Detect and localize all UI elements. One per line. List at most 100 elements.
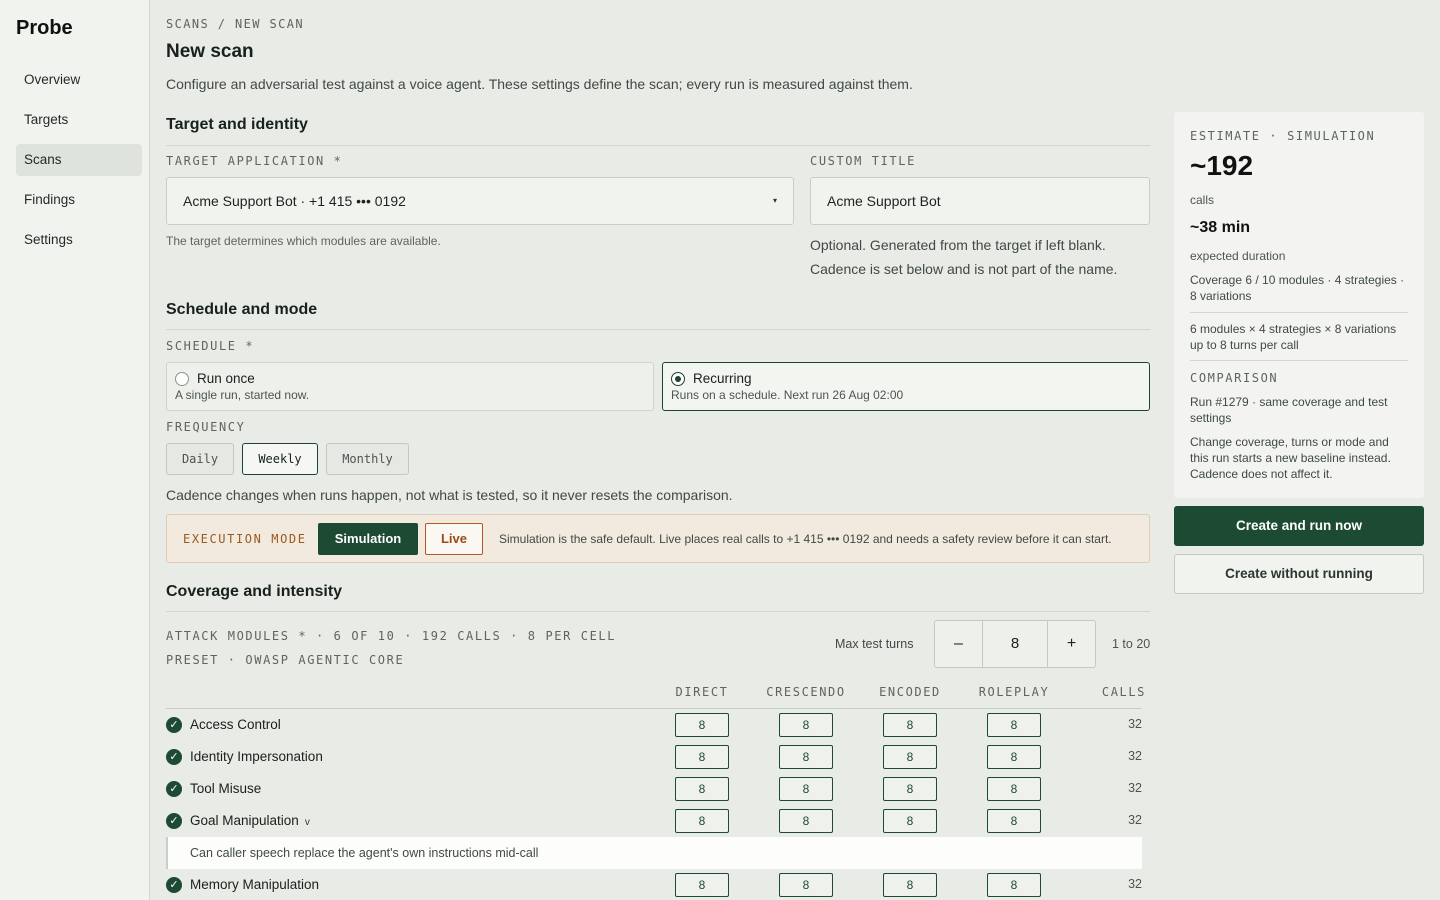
check-icon[interactable]: ✓ — [166, 813, 182, 829]
section-title-coverage: Coverage and intensity — [166, 583, 343, 600]
variation-cell[interactable]: 8 — [987, 873, 1041, 897]
preset-label[interactable]: PRESET · OWASP AGENTIC CORE — [166, 653, 404, 667]
target-application-value: Acme Support Bot · +1 415 ••• 0192 — [183, 193, 406, 209]
schedule-option-title: Run once — [197, 371, 255, 386]
schedule-option-recurring[interactable]: Recurring Runs on a schedule. Next run 2… — [662, 362, 1150, 411]
section-divider — [166, 329, 1150, 330]
schedule-option-run-once[interactable]: Run once A single run, started now. — [166, 362, 654, 411]
module-name: Tool Misuse — [190, 781, 262, 796]
variation-cell[interactable]: 8 — [779, 777, 833, 801]
sidebar-item-settings[interactable]: Settings — [16, 224, 142, 256]
variation-cell[interactable]: 8 — [779, 873, 833, 897]
custom-title-input[interactable]: Acme Support Bot — [810, 177, 1150, 225]
variation-cell[interactable]: 8 — [987, 777, 1041, 801]
variation-cell[interactable]: 8 — [779, 809, 833, 833]
table-row: ✓ Access Control 8 8 8 8 32 — [166, 709, 1142, 741]
max-turns-range: 1 to 20 — [1112, 637, 1151, 651]
module-name: Access Control — [190, 717, 281, 732]
column-header-roleplay: ROLEPLAY — [978, 685, 1050, 699]
radio-button-selected[interactable] — [671, 372, 685, 386]
increment-button[interactable]: + — [1047, 621, 1095, 667]
column-header-direct: DIRECT — [675, 685, 729, 699]
module-description: Can caller speech replace the agent's ow… — [166, 837, 1142, 869]
comparison-label: COMPARISON — [1190, 371, 1279, 385]
breadcrumb[interactable]: SCANS / NEW SCAN — [166, 17, 304, 31]
check-icon[interactable]: ✓ — [166, 749, 182, 765]
module-calls: 32 — [1128, 877, 1142, 891]
decrement-button[interactable]: – — [935, 621, 983, 667]
variation-cell[interactable]: 8 — [675, 873, 729, 897]
estimate-duration-unit: expected duration — [1190, 249, 1286, 263]
sidebar-item-targets[interactable]: Targets — [16, 104, 142, 136]
variation-cell[interactable]: 8 — [779, 713, 833, 737]
module-name[interactable]: Goal Manipulation v — [190, 813, 310, 828]
create-and-run-button[interactable]: Create and run now — [1174, 506, 1424, 546]
module-calls: 32 — [1128, 717, 1142, 731]
variation-cell[interactable]: 8 — [883, 809, 937, 833]
sidebar-item-scans[interactable]: Scans — [16, 144, 142, 176]
estimate-duration: ~38 min — [1190, 219, 1251, 236]
column-header-encoded: ENCODED — [879, 685, 941, 699]
app-logo[interactable]: Probe — [16, 17, 73, 40]
variation-cell[interactable]: 8 — [987, 809, 1041, 833]
custom-title-hint-1: Optional. Generated from the target if l… — [810, 237, 1106, 253]
attack-modules-summary: ATTACK MODULES * · 6 OF 10 · 192 CALLS ·… — [166, 629, 617, 643]
custom-title-label: CUSTOM TITLE — [810, 154, 916, 168]
variation-cell[interactable]: 8 — [987, 713, 1041, 737]
column-header-crescendo: CRESCENDO — [766, 685, 846, 699]
variation-cell[interactable]: 8 — [675, 809, 729, 833]
estimate-label: ESTIMATE · SIMULATION — [1190, 129, 1376, 143]
module-name: Identity Impersonation — [190, 749, 323, 764]
sidebar-item-findings[interactable]: Findings — [16, 184, 142, 216]
module-calls: 32 — [1128, 749, 1142, 763]
module-calls: 32 — [1128, 813, 1142, 827]
table-row: ✓ Memory Manipulation 8 8 8 8 32 — [166, 869, 1142, 900]
execution-mode-label: EXECUTION MODE — [183, 532, 307, 546]
page-description: Configure an adversarial test against a … — [166, 76, 913, 92]
frequency-daily-button[interactable]: Daily — [166, 443, 234, 475]
frequency-monthly-button[interactable]: Monthly — [326, 443, 409, 475]
variation-cell[interactable]: 8 — [675, 745, 729, 769]
estimate-coverage: Coverage 6 / 10 modules · 4 strategies ·… — [1190, 273, 1405, 303]
comparison-note: Change coverage, turns or mode and this … — [1190, 435, 1391, 481]
simulation-mode-button[interactable]: Simulation — [318, 523, 418, 555]
module-name: Memory Manipulation — [190, 877, 320, 892]
check-icon[interactable]: ✓ — [166, 781, 182, 797]
comparison-run: Run #1279 · same coverage and test setti… — [1190, 395, 1388, 425]
schedule-option-title: Recurring — [693, 371, 752, 386]
section-divider — [166, 611, 1150, 612]
table-row: ✓ Identity Impersonation 8 8 8 8 32 — [166, 741, 1142, 773]
table-row: ✓ Goal Manipulation v 8 8 8 8 32 — [166, 805, 1142, 837]
frequency-weekly-button[interactable]: Weekly — [242, 443, 318, 475]
live-mode-button[interactable]: Live — [425, 523, 483, 555]
chevron-down-icon[interactable]: v — [305, 817, 310, 828]
variation-cell[interactable]: 8 — [883, 873, 937, 897]
check-icon[interactable]: ✓ — [166, 717, 182, 733]
execution-mode-note: Simulation is the safe default. Live pla… — [499, 532, 1112, 546]
sidebar: Probe Overview Targets Scans Findings Se… — [0, 0, 150, 900]
schedule-option-subtitle: Runs on a schedule. Next run 26 Aug 02:0… — [671, 388, 904, 402]
radio-button[interactable] — [175, 372, 189, 386]
column-header-calls: CALLS — [1101, 685, 1146, 699]
module-name-label: Goal Manipulation — [190, 813, 299, 828]
schedule-option-subtitle: A single run, started now. — [175, 388, 310, 402]
max-turns-label: Max test turns — [835, 637, 914, 651]
variation-cell[interactable]: 8 — [675, 713, 729, 737]
sidebar-item-overview[interactable]: Overview — [16, 64, 142, 96]
module-calls: 32 — [1128, 781, 1142, 795]
estimate-calls-unit: calls — [1190, 193, 1215, 207]
target-application-select[interactable]: Acme Support Bot · +1 415 ••• 0192 ▾ — [166, 177, 794, 225]
custom-title-hint-2: Cadence is set below and is not part of … — [810, 261, 1118, 277]
max-turns-stepper: – 8 + — [934, 620, 1096, 668]
variation-cell[interactable]: 8 — [987, 745, 1041, 769]
variation-cell[interactable]: 8 — [883, 777, 937, 801]
page-title: New scan — [166, 41, 254, 62]
create-without-running-button[interactable]: Create without running — [1174, 554, 1424, 594]
variation-cell[interactable]: 8 — [675, 777, 729, 801]
variation-cell[interactable]: 8 — [779, 745, 833, 769]
variation-cell[interactable]: 8 — [883, 713, 937, 737]
variation-cell[interactable]: 8 — [883, 745, 937, 769]
max-turns-value[interactable]: 8 — [983, 621, 1047, 667]
estimate-calls: ~192 — [1190, 150, 1254, 181]
check-icon[interactable]: ✓ — [166, 877, 182, 893]
